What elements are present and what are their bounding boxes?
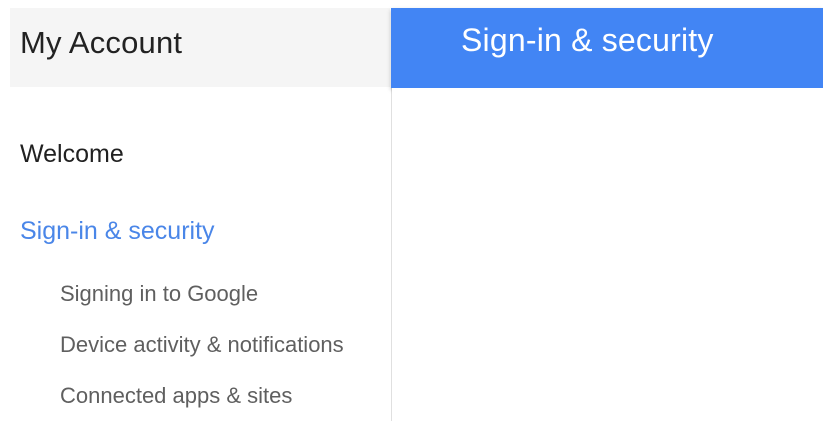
sidebar-header: My Account [10, 8, 390, 87]
main-content [392, 88, 823, 421]
sidebar: My Account Welcome Sign-in & security Si… [10, 8, 390, 421]
sidebar-item-welcome[interactable]: Welcome [20, 140, 124, 169]
app-title: My Account [20, 24, 183, 60]
sidebar-subitem-device-activity[interactable]: Device activity & notifications [60, 332, 344, 358]
sidebar-subitem-signing-in[interactable]: Signing in to Google [60, 281, 258, 307]
sidebar-subitem-connected-apps[interactable]: Connected apps & sites [60, 383, 292, 409]
sidebar-item-sign-in-security[interactable]: Sign-in & security [20, 217, 215, 246]
page-header: Sign-in & security [391, 8, 823, 88]
account-app: My Account Welcome Sign-in & security Si… [0, 0, 823, 421]
page-title: Sign-in & security [461, 22, 714, 58]
